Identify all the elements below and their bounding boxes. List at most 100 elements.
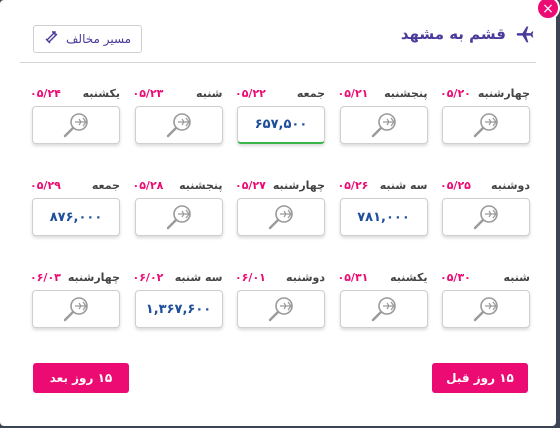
day-name: شنبه	[196, 87, 223, 100]
next-15-days-label: ۱۵ روز بعد	[49, 371, 113, 385]
day-header: یکشنبه ۰۵/۳۱	[338, 271, 428, 285]
prev-15-days-label: ۱۵ روز قبل	[446, 371, 514, 385]
day-date: ۰۵/۲۴	[30, 87, 61, 100]
day-date: ۰۶/۰۲	[132, 271, 164, 284]
day-date: ۰۵/۲۳	[132, 87, 164, 100]
next-15-days-button[interactable]: ۱۵ روز بعد	[33, 363, 129, 393]
no-flight-icon	[371, 113, 396, 138]
day-header: شنبه ۰۵/۲۳	[133, 87, 223, 101]
day-header: یکشنبه ۰۵/۲۴	[30, 87, 120, 101]
day-name: سه شنبه	[379, 179, 428, 192]
no-flight-icon	[371, 297, 396, 322]
day-name: چهارشنبه	[477, 87, 530, 100]
day-price-grid: چهارشنبه ۰۵/۲۰ پنجشنبه ۰۵/۲۱ جمعه ۰۵/۲۲ ۶۵۷,۵۰…	[30, 87, 530, 363]
day-date: ۰۵/۲۷	[235, 179, 266, 192]
day-row: چهارشنبه ۰۵/۲۰ پنجشنبه ۰۵/۲۱ جمعه ۰۵/۲۲ ۶۵۷,۵۰…	[30, 87, 530, 147]
day-name: چهارشنبه	[272, 179, 325, 192]
day-name: یکشنبه	[390, 271, 428, 284]
day-cell: شنبه ۰۵/۲۳	[133, 87, 223, 147]
day-header: جمعه ۰۵/۲۲	[235, 87, 325, 101]
day-row: دوشنبه ۰۵/۲۵ سه شنبه ۰۵/۲۶ ۷۸۱,۰۰۰ چهارشنبه ۰۵…	[30, 179, 530, 239]
day-date: ۰۵/۲۲	[235, 87, 266, 100]
day-date: ۰۵/۳۱	[337, 271, 369, 284]
day-date: ۰۶/۰۳	[30, 271, 61, 284]
no-flight-box[interactable]	[442, 106, 530, 144]
day-header: سه شنبه ۰۶/۰۲	[133, 271, 223, 285]
day-date: ۰۶/۰۱	[235, 271, 266, 284]
no-flight-icon	[473, 205, 498, 230]
prev-15-days-button[interactable]: ۱۵ روز قبل	[432, 363, 528, 393]
day-cell: جمعه ۰۵/۲۹ ۸۷۶,۰۰۰	[30, 179, 120, 239]
no-flight-box[interactable]	[237, 290, 325, 328]
day-name: دوشنبه	[286, 271, 325, 284]
day-header: پنجشنبه ۰۵/۲۸	[133, 179, 223, 193]
route-title-text: قشم به مشهد	[400, 25, 506, 43]
day-cell: یکشنبه ۰۵/۲۴	[30, 87, 120, 147]
day-cell: پنجشنبه ۰۵/۲۸	[133, 179, 223, 239]
price-box[interactable]: ۷۸۱,۰۰۰	[339, 198, 428, 236]
no-flight-icon	[473, 113, 498, 138]
day-date: ۰۵/۲۹	[30, 179, 61, 192]
no-flight-box[interactable]	[134, 198, 223, 236]
day-date: ۰۵/۲۱	[337, 87, 369, 100]
opposite-route-button[interactable]: مسیر مخالف	[33, 25, 143, 53]
price-value: ۷۸۱,۰۰۰	[357, 209, 410, 225]
no-flight-icon	[473, 297, 498, 322]
price-box[interactable]: ۱,۳۶۷,۶۰۰	[134, 290, 223, 328]
day-cell: چهارشنبه ۰۵/۲۰	[440, 87, 530, 147]
close-button[interactable]: ×	[536, 0, 560, 20]
no-flight-box[interactable]	[339, 290, 428, 328]
day-cell: یکشنبه ۰۵/۳۱	[338, 271, 428, 331]
price-value: ۶۵۷,۵۰۰	[254, 117, 308, 132]
modal-header: قشم به مشهد مسیر مخالف	[20, 20, 536, 63]
no-flight-box[interactable]	[32, 106, 120, 144]
day-date: ۰۵/۲۸	[132, 179, 164, 192]
day-name: چهارشنبه	[67, 271, 120, 284]
day-date: ۰۵/۲۶	[337, 179, 369, 192]
day-header: جمعه ۰۵/۲۹	[30, 179, 120, 193]
day-name: سه شنبه	[174, 271, 223, 284]
airplane-icon	[514, 24, 536, 44]
no-flight-icon	[268, 297, 293, 322]
day-cell: چهارشنبه ۰۶/۰۳	[30, 271, 120, 331]
no-flight-icon	[268, 205, 293, 230]
day-row: شنبه ۰۵/۳۰ یکشنبه ۰۵/۳۱ دوشنبه ۰۶/۰۱ سه شنبه ۰۶…	[30, 271, 530, 331]
no-flight-icon	[63, 297, 88, 322]
day-name: شنبه	[503, 271, 530, 284]
day-header: چهارشنبه ۰۶/۰۳	[30, 271, 120, 285]
swap-route-icon	[44, 29, 60, 49]
no-flight-box[interactable]	[32, 290, 120, 328]
price-box[interactable]: ۶۵۷,۵۰۰	[237, 106, 325, 144]
calendar-price-modal: × قشم به مشهد مسیر مخالف چهارشنبه ۰۵/۲۰ پن…	[0, 0, 560, 426]
no-flight-box[interactable]	[237, 198, 325, 236]
no-flight-box[interactable]	[442, 290, 530, 328]
day-header: چهارشنبه ۰۵/۲۰	[440, 87, 530, 101]
no-flight-box[interactable]	[339, 106, 428, 144]
day-name: پنجشنبه	[179, 179, 223, 192]
route-title: قشم به مشهد	[401, 24, 536, 44]
day-cell: جمعه ۰۵/۲۲ ۶۵۷,۵۰۰	[235, 87, 325, 147]
price-value: ۸۷۶,۰۰۰	[49, 209, 103, 225]
day-header: شنبه ۰۵/۳۰	[440, 271, 530, 285]
no-flight-icon	[63, 113, 88, 138]
close-icon: ×	[542, 1, 554, 17]
day-header: چهارشنبه ۰۵/۲۷	[235, 179, 325, 193]
price-box[interactable]: ۸۷۶,۰۰۰	[32, 198, 120, 236]
day-cell: پنجشنبه ۰۵/۲۱	[338, 87, 428, 147]
day-name: جمعه	[296, 87, 325, 100]
day-date: ۰۵/۲۰	[440, 87, 471, 100]
day-header: سه شنبه ۰۵/۲۶	[338, 179, 428, 193]
day-cell: شنبه ۰۵/۳۰	[440, 271, 530, 331]
day-name: جمعه	[91, 179, 120, 192]
no-flight-icon	[166, 205, 191, 230]
day-cell: چهارشنبه ۰۵/۲۷	[235, 179, 325, 239]
no-flight-box[interactable]	[442, 198, 530, 236]
opposite-route-label: مسیر مخالف	[66, 32, 132, 46]
no-flight-box[interactable]	[134, 106, 223, 144]
day-cell: دوشنبه ۰۵/۲۵	[440, 179, 530, 239]
price-value: ۱,۳۶۷,۶۰۰	[145, 301, 212, 317]
no-flight-icon	[166, 113, 191, 138]
day-name: پنجشنبه	[384, 87, 428, 100]
day-header: دوشنبه ۰۶/۰۱	[235, 271, 325, 285]
day-date: ۰۵/۲۵	[440, 179, 471, 192]
